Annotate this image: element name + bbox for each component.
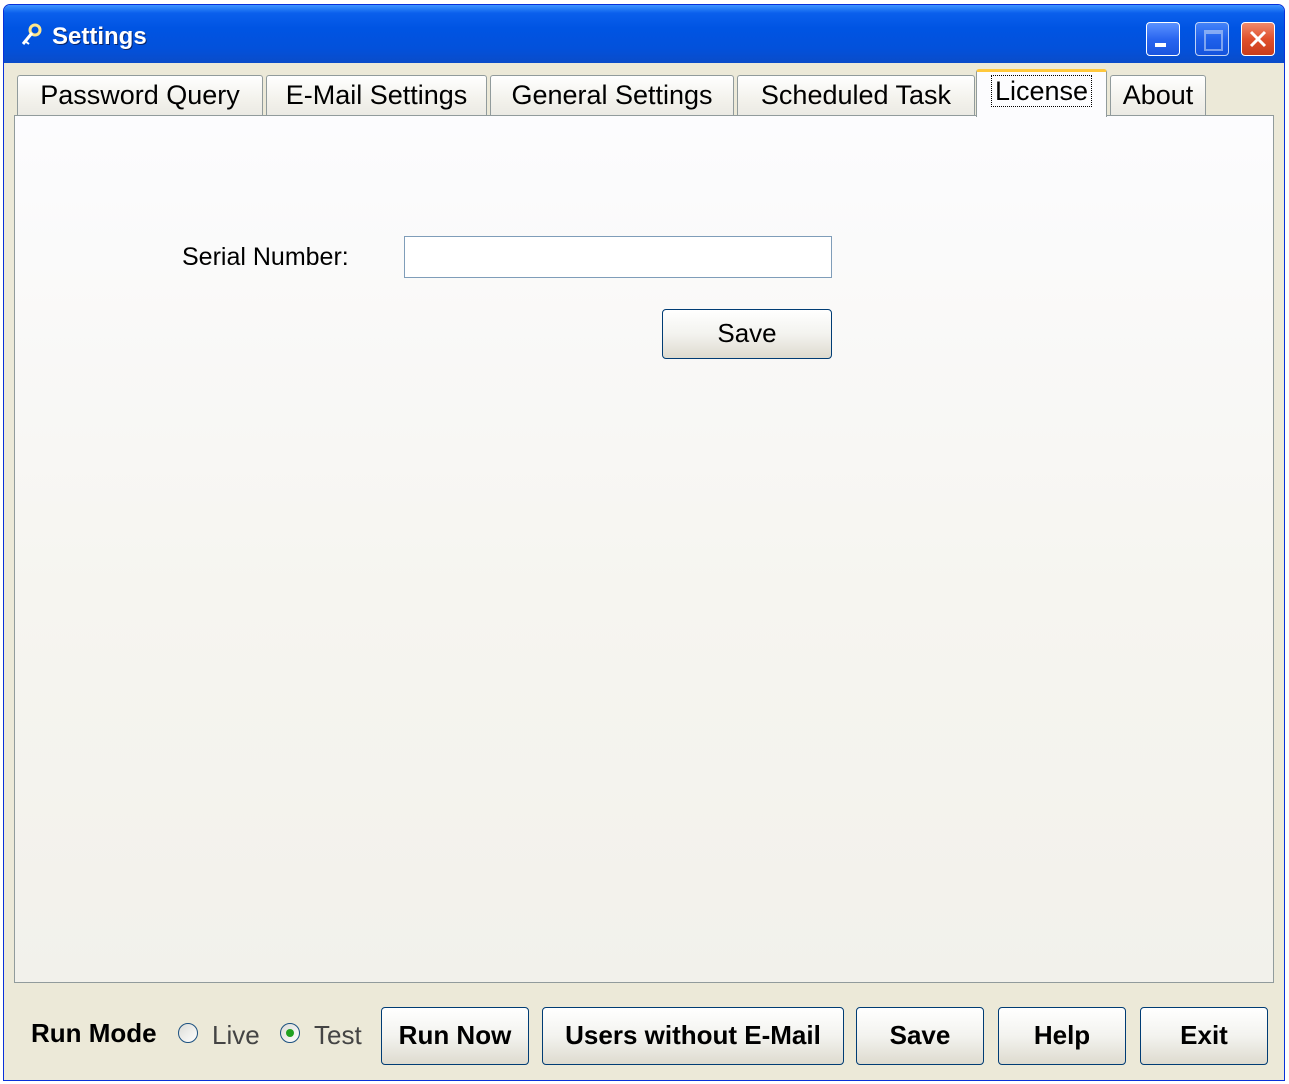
tab-label: General Settings — [511, 80, 713, 110]
help-button[interactable]: Help — [998, 1007, 1126, 1065]
tab-license[interactable]: License — [976, 69, 1107, 117]
tab-email-settings[interactable]: E-Mail Settings — [266, 75, 487, 115]
license-panel: Serial Number: Save — [14, 115, 1274, 983]
minimize-icon[interactable] — [1146, 22, 1180, 56]
live-radio-label[interactable]: Live — [212, 1020, 260, 1051]
serial-number-label: Serial Number: — [182, 243, 349, 271]
tab-about[interactable]: About — [1110, 75, 1206, 115]
title-bar[interactable]: Settings — [4, 5, 1284, 63]
settings-window: Settings Password Query E-Mail Settings … — [3, 4, 1285, 1081]
close-icon[interactable] — [1241, 22, 1275, 56]
tab-general-settings[interactable]: General Settings — [490, 75, 734, 115]
tab-label: About — [1122, 80, 1194, 110]
maximize-icon[interactable] — [1195, 22, 1229, 56]
exit-button[interactable]: Exit — [1140, 1007, 1268, 1065]
tab-label: Scheduled Task — [760, 80, 952, 110]
keys-icon — [21, 23, 42, 45]
live-radio[interactable] — [178, 1023, 198, 1043]
test-radio-label[interactable]: Test — [314, 1020, 362, 1051]
users-without-email-button[interactable]: Users without E-Mail — [542, 1007, 844, 1065]
test-radio[interactable] — [280, 1023, 300, 1043]
serial-number-input[interactable] — [404, 236, 832, 278]
window-title: Settings — [52, 23, 147, 50]
tab-label: License — [990, 75, 1093, 107]
tab-password-query[interactable]: Password Query — [17, 75, 263, 115]
run-mode-label: Run Mode — [31, 1018, 157, 1048]
tab-strip: Password Query E-Mail Settings General S… — [14, 69, 1284, 117]
save-button[interactable]: Save — [856, 1007, 984, 1065]
license-save-button[interactable]: Save — [662, 309, 832, 359]
footer-bar: Run Mode Live Test Run Now Users without… — [4, 995, 1284, 1075]
tab-label: E-Mail Settings — [285, 80, 468, 110]
tab-label: Password Query — [40, 80, 240, 110]
tab-scheduled-task[interactable]: Scheduled Task — [737, 75, 975, 115]
run-now-button[interactable]: Run Now — [381, 1007, 529, 1065]
